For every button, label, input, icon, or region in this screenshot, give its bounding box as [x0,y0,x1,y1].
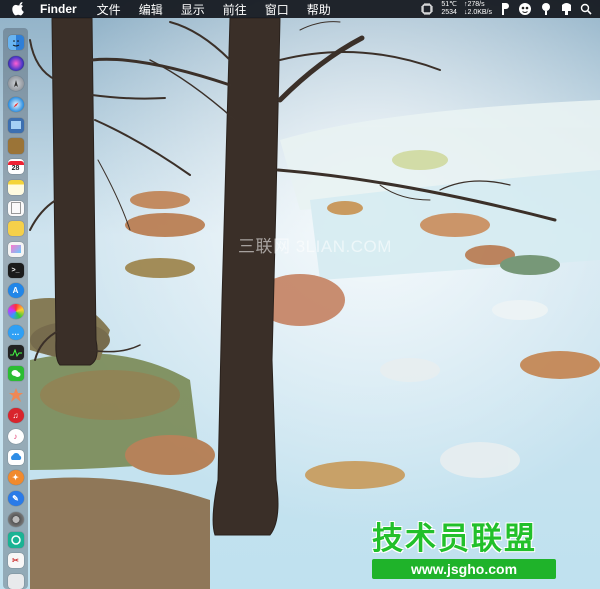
terminal-icon[interactable]: >_ [7,262,24,278]
watermark-3lian: 三联网 3LIAN.COM [238,237,392,256]
activity-monitor-icon[interactable] [7,345,24,361]
launchpad-icon[interactable] [7,76,24,92]
menu-go[interactable]: 前往 [223,1,247,18]
netease-music-icon[interactable]: ♫ [7,408,24,424]
app-orange-icon[interactable]: ✦ [7,470,24,486]
brand-watermark: 技术员联盟 www.jsgho.com [372,521,556,579]
menu-bar: Finder 文件 编辑 显示 前往 窗口 帮助 51℃ 2534 ↑278/s… [0,0,600,18]
cat-face-icon[interactable] [539,2,553,16]
wechat-icon[interactable] [7,366,24,382]
desktop-wallpaper [0,0,600,589]
app-menu-finder[interactable]: Finder [40,2,77,16]
baidu-cloud-icon[interactable] [7,449,24,465]
temperature-text: 51℃ [441,1,457,8]
safari-icon[interactable] [7,97,24,113]
lightbulb-small-icon[interactable] [560,2,573,16]
net-up-text: ↑278/s [463,1,485,8]
notes-book-icon[interactable] [7,138,24,154]
search-icon[interactable] [580,2,592,16]
menu-view[interactable]: 显示 [181,1,205,18]
game-icon[interactable] [8,387,24,403]
calendar-icon[interactable]: 28 [7,159,24,175]
brand-url: www.jsgho.com [372,559,556,579]
text-icon[interactable] [7,200,24,216]
dock: 28 >_ A … ♫ ♪ ✦ ✎ ✂ [3,28,28,589]
sticky-icon[interactable] [7,221,24,237]
paw-icon[interactable] [518,2,532,16]
preview-icon[interactable] [7,117,24,133]
menu-window[interactable]: 窗口 [265,1,289,18]
menu-file[interactable]: 文件 [97,1,121,18]
fan-speed-text: 2534 [441,9,457,16]
tools-icon[interactable]: ✂ [7,553,24,569]
net-down-text: ↓2.0KB/s [463,9,492,16]
messages-icon[interactable]: … [7,324,24,340]
brand-name: 技术员联盟 [372,521,537,557]
apple-menu-icon[interactable] [12,2,26,16]
cpu-monitor-icon[interactable] [420,2,434,16]
status-area: 51℃ 2534 ↑278/s ↓2.0KB/s [420,0,592,18]
qq-icon[interactable] [7,532,24,548]
system-preferences-icon[interactable] [7,511,24,527]
menu-edit[interactable]: 编辑 [139,1,163,18]
colorsync-icon[interactable] [7,303,24,320]
appstore-icon[interactable]: A [7,283,24,299]
calendar-day-text: 28 [11,165,20,173]
temp-fan-readout[interactable]: 51℃ 2534 [441,1,457,17]
finder-icon[interactable] [7,35,24,51]
network-readout[interactable]: ↑278/s ↓2.0KB/s [464,1,492,17]
siri-icon[interactable] [7,55,24,71]
photos-icon[interactable] [7,241,24,257]
trash-icon[interactable] [7,573,24,589]
menu-help[interactable]: 帮助 [307,1,331,18]
itunes-icon[interactable]: ♪ [7,428,24,445]
notes-icon[interactable] [7,179,24,195]
xcode-icon[interactable]: ✎ [7,491,24,507]
lightbulb-icon[interactable] [499,2,511,16]
